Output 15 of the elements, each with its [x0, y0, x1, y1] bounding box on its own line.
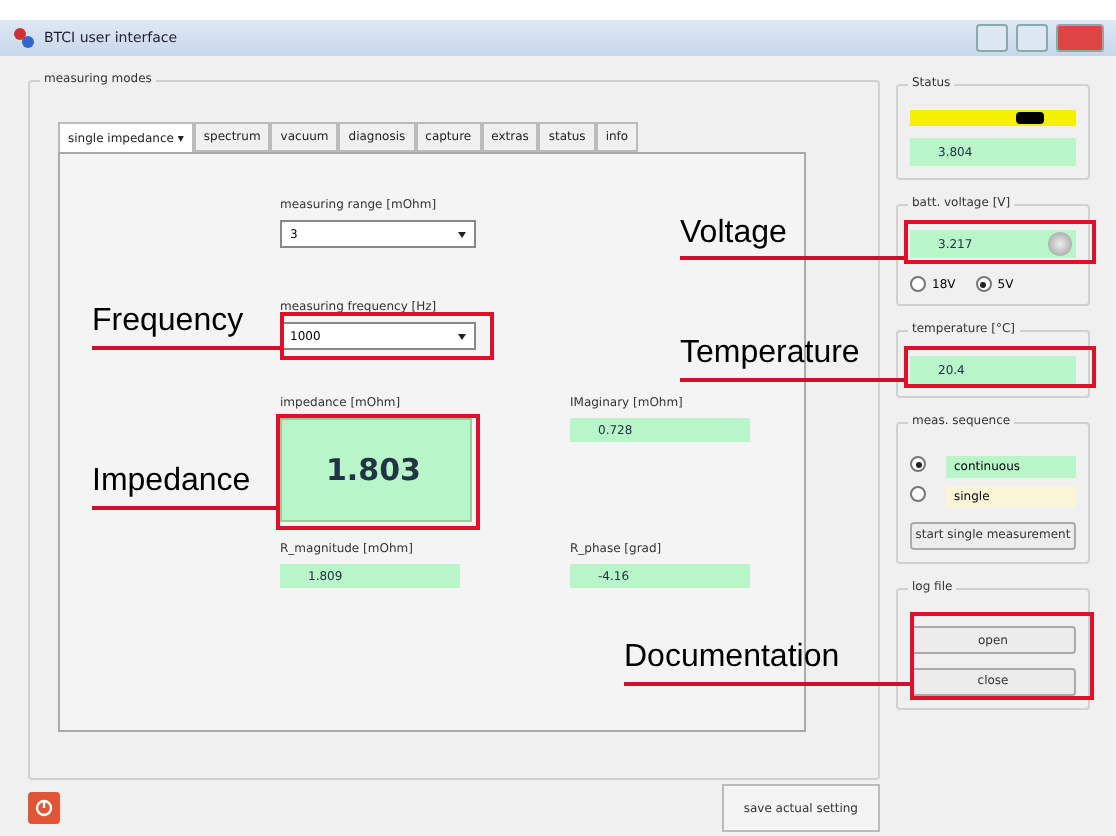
caret-icon	[454, 226, 470, 242]
callout-label: Temperature	[680, 336, 860, 372]
power-icon[interactable]	[28, 792, 60, 824]
knob-icon	[1048, 232, 1072, 256]
maximize-button[interactable]	[1016, 24, 1048, 52]
caret-icon	[454, 328, 470, 344]
impedance-display: 1.803	[280, 418, 472, 522]
callout-label: Impedance	[92, 464, 251, 500]
minimize-button[interactable]	[976, 24, 1008, 52]
callout-label: Frequency	[92, 304, 244, 340]
app-icon	[12, 26, 36, 50]
radio-icon[interactable]	[910, 456, 926, 472]
callout-label: Documentation	[624, 640, 840, 676]
callout-label: Voltage	[680, 216, 787, 252]
radio-icon[interactable]	[910, 486, 926, 502]
